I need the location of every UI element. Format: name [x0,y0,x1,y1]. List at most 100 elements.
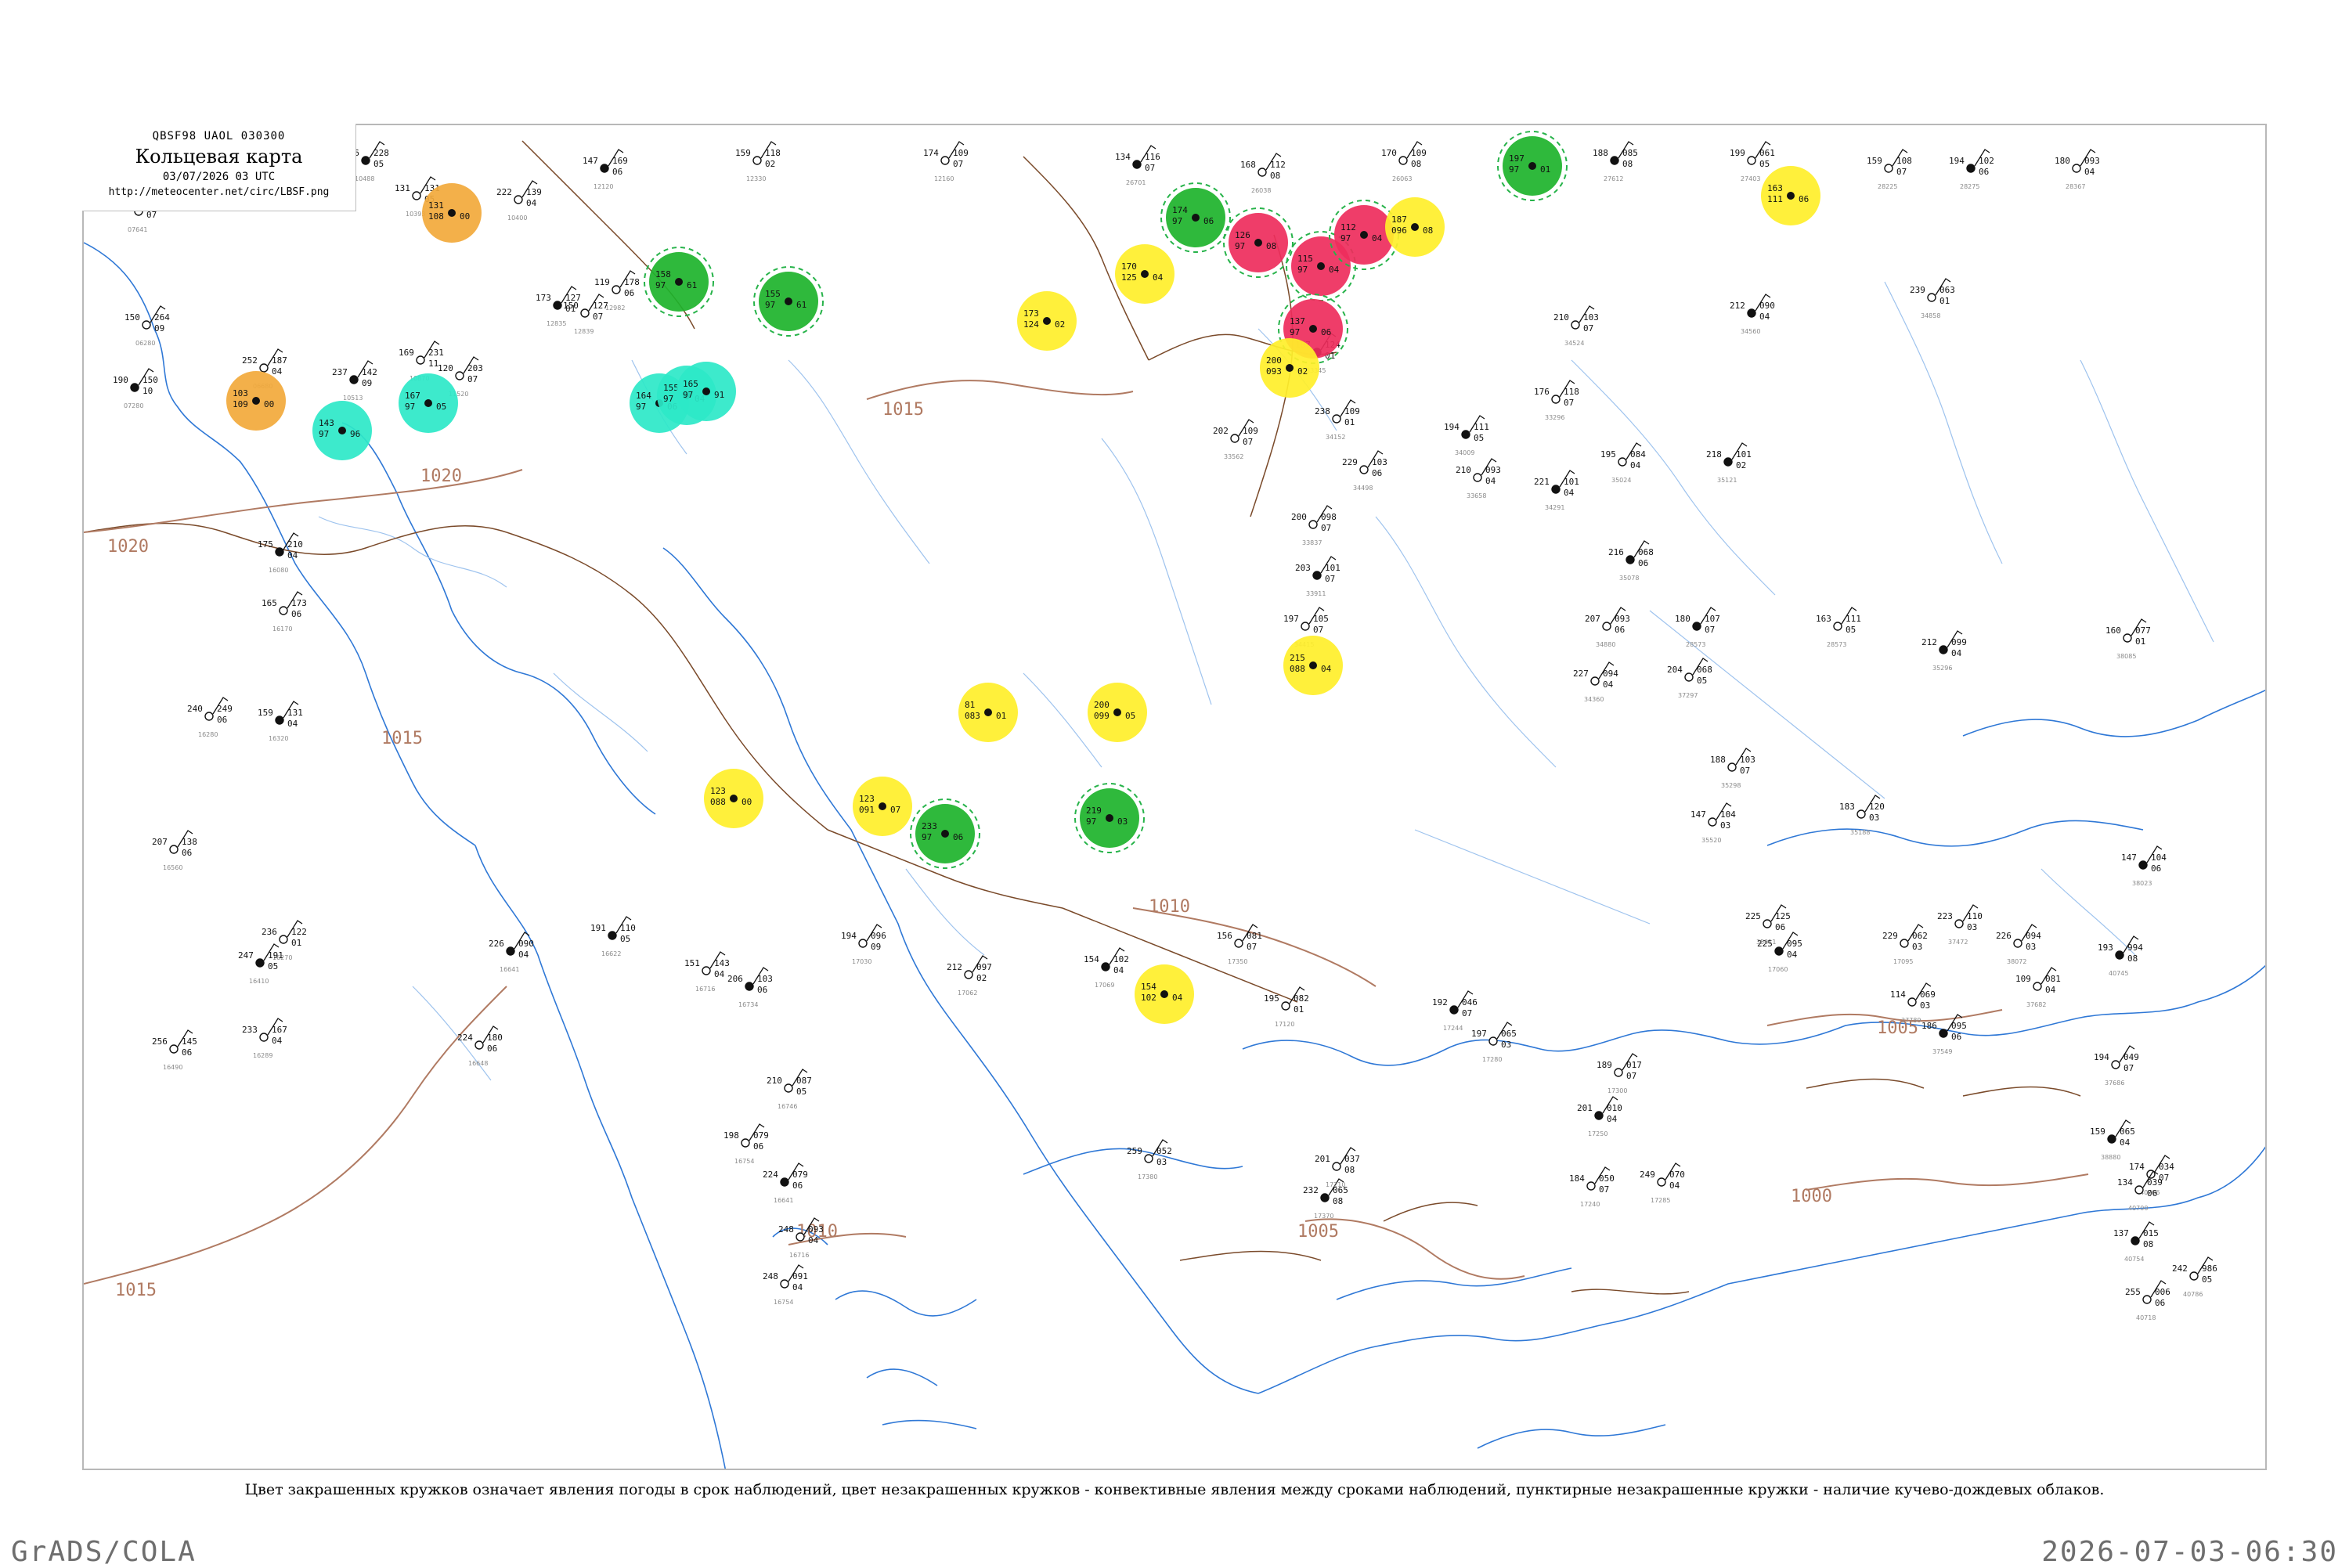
cloud-cover-icon [1787,192,1795,200]
station-temperature: 154 [1084,954,1099,964]
marker-temperature: 155 [663,383,679,393]
station-tendency: 01 [1939,296,1950,306]
cloud-cover-icon [879,802,886,810]
station-tendency: 04 [1564,488,1575,498]
station-id: 16716 [695,986,715,993]
marker-tendency: 08 [1266,241,1276,251]
station-plot: 240 24906 16280 [187,697,233,738]
station-tendency: 06 [612,167,622,177]
station-tendency: 04 [1485,476,1496,486]
station-id: 33658 [1467,492,1486,499]
station-tendency: 06 [487,1044,497,1054]
station-pressure: 087 [796,1076,812,1086]
marker-pressure: 088 [710,797,726,807]
cloud-cover-icon [275,547,284,557]
cloud-cover-icon [2131,1236,2140,1245]
station-plot: 134 03906 40700 [2117,1170,2163,1212]
rivers [318,281,2214,1081]
cloud-cover-icon [448,209,456,217]
station-tendency: 07 [1626,1071,1636,1081]
cloud-cover-icon [2107,1134,2116,1144]
station-pressure: 065 [2120,1126,2135,1137]
station-plot: 175 21004 16080 [258,532,303,574]
isobar-label: 1015 [882,400,924,420]
marker-temperature: 123 [859,794,875,804]
station-id: 10513 [343,395,363,402]
station-tendency: 03 [1156,1157,1167,1167]
station-pressure: 139 [526,187,542,197]
bulletin-code: QBSF98 UAOL 030300 [152,130,286,142]
station-id: 17250 [1588,1130,1607,1137]
cloud-cover-icon [1602,622,1611,631]
station-pressure: 068 [1638,547,1654,557]
station-pressure: 180 [487,1033,503,1043]
station-tendency: 04 [714,969,725,979]
station-id: 12120 [594,183,613,190]
station-temperature: 200 [1291,512,1307,522]
station-tendency: 08 [1270,171,1280,181]
station-temperature: 226 [489,939,504,949]
marker-temperature: 200 [1266,355,1282,366]
station-id: 17069 [1095,982,1114,989]
cloud-cover-icon [785,297,792,305]
station-tendency: 03 [1920,1000,1930,1011]
weather-marker: 12697 08 [1223,207,1294,278]
station-tendency: 06 [217,715,227,725]
station-temperature: 151 [684,958,700,968]
station-pressure: 046 [1462,997,1478,1007]
cloud-cover-icon [1488,1036,1498,1046]
cloud-cover-icon [752,156,762,165]
station-id: 34524 [1564,340,1584,347]
cloud-cover-icon [1254,239,1262,247]
station-temperature: 163 [1816,614,1831,624]
cloud-cover-icon [416,355,425,365]
marker-pressure: 97 [405,402,415,412]
station-pressure: 145 [182,1036,197,1047]
cloud-cover-icon [1144,1154,1153,1163]
station-id: 27612 [1604,175,1623,182]
station-plot: 225 12506 35011 [1745,904,1791,946]
station-tendency: 05 [796,1087,806,1097]
station-temperature: 202 [1213,426,1229,436]
station-tendency: 06 [757,985,767,995]
station-tendency: 03 [1967,922,1977,932]
station-pressure: 173 [291,598,307,608]
station-pressure: 039 [2147,1177,2163,1188]
marker-pressure: 97 [765,300,775,310]
station-plot: 195 0820117120 [1264,986,1309,1028]
station-tendency: 06 [1372,468,1382,478]
cloud-cover-icon [2033,982,2042,991]
station-temperature: 255 [2125,1287,2141,1297]
station-temperature: 218 [1706,449,1722,460]
station-id: 07641 [128,226,147,233]
weather-marker: 19797 01 [1497,131,1568,201]
station-pressure: 096 [871,931,886,941]
station-plot: 206 10306 16734 [727,967,773,1008]
station-temperature: 197 [1283,614,1299,624]
station-pressure: 061 [1759,148,1775,158]
station-temperature: 170 [1381,148,1397,158]
station-id: 40700 [2128,1205,2148,1212]
station-pressure: 097 [976,962,992,972]
station-pressure: 118 [765,148,781,158]
station-id: 35298 [1721,782,1741,789]
station-temperature: 252 [242,355,258,366]
marker-pressure: 97 [1172,216,1182,226]
station-id: 37686 [2105,1080,2124,1087]
station-temperature: 131 [395,183,410,193]
station-id: 12835 [547,320,566,327]
station-pressure: 099 [1951,637,1967,647]
station-id: 17210 [1326,1181,1345,1188]
station-pressure: 112 [1270,160,1286,170]
station-temperature: 198 [723,1130,739,1141]
station-temperature: 221 [1534,477,1550,487]
cloud-cover-icon [2142,1295,2152,1304]
station-id: 12160 [934,175,954,182]
station-temperature: 190 [113,375,128,385]
station-tendency: 04 [1669,1181,1680,1191]
cloud-cover-icon [1747,308,1756,318]
cloud-cover-icon [1359,465,1369,474]
cloud-cover-icon [1281,1001,1290,1011]
marker-temperature: 165 [683,379,698,389]
station-temperature: 236 [262,927,277,937]
